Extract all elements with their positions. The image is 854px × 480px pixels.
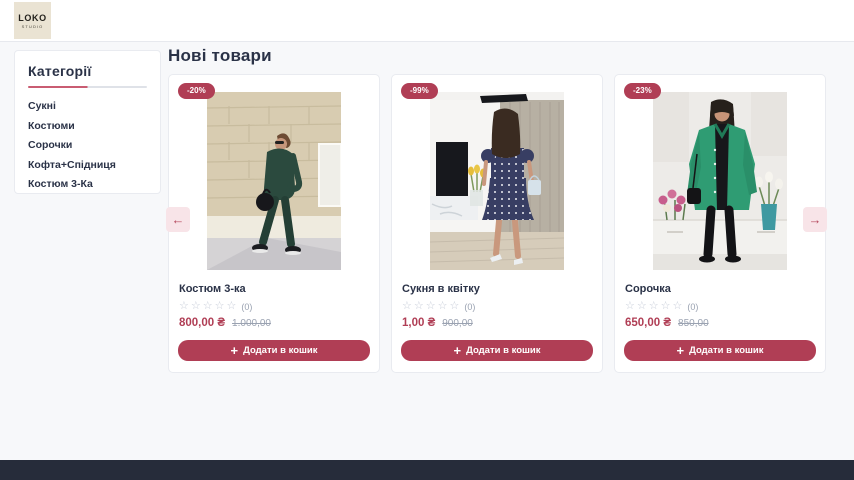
product-title[interactable]: Сорочка [625,283,815,295]
old-price: 850,00 [678,318,709,329]
star-icon: ☆ [673,301,683,312]
page: LOKO STUDIO Пошук UK ▾ Категорії Сукні К… [0,0,854,480]
product-image[interactable] [430,92,564,270]
product-image[interactable] [653,92,787,270]
star-icon: ☆ [414,301,424,312]
product-title[interactable]: Костюм 3-ка [179,283,369,295]
star-icon: ☆ [215,301,225,312]
footer [0,460,854,480]
rating: ☆ ☆ ☆ ☆ ☆ (0) [625,301,815,312]
star-icon: ☆ [438,301,448,312]
add-to-cart-label: Додати в кошик [243,345,317,356]
old-price: 900,00 [442,318,473,329]
product-carousel: -20% [168,74,828,373]
sidebar-item-top-skirt[interactable]: Кофта+Спідниця [28,160,147,171]
add-to-cart-button[interactable]: + Додати в кошик [624,340,816,361]
add-to-cart-button[interactable]: + Додати в кошик [178,340,370,361]
price-row: 650,00 ₴ 850,00 [625,317,815,329]
star-icon: ☆ [227,301,237,312]
categories-panel: Категорії Сукні Костюми Сорочки Кофта+Сп… [14,50,161,194]
product-image[interactable] [207,92,341,270]
sidebar-item-dresses[interactable]: Сукні [28,101,147,112]
categories-title: Категорії [28,63,147,79]
sidebar-item-suit-3piece[interactable]: Костюм 3-Ка [28,179,147,190]
plus-icon: + [230,344,238,357]
rating-count: (0) [464,302,475,312]
star-icon: ☆ [402,301,412,312]
arrow-left-icon: ← [172,213,185,226]
discount-badge: -20% [178,83,215,99]
add-to-cart-button[interactable]: + Додати в кошик [401,340,593,361]
add-to-cart-label: Додати в кошик [466,345,540,356]
star-icon: ☆ [661,301,671,312]
product-card: -23% [614,74,826,373]
star-icon: ☆ [625,301,635,312]
logo-text: LOKO [18,13,46,23]
rating-count: (0) [241,302,252,312]
star-icon: ☆ [426,301,436,312]
product-card: -20% [168,74,380,373]
rating: ☆ ☆ ☆ ☆ ☆ (0) [402,301,592,312]
star-icon: ☆ [450,301,460,312]
rating: ☆ ☆ ☆ ☆ ☆ (0) [179,301,369,312]
current-price: 650,00 ₴ [625,317,671,329]
carousel-next-button[interactable]: → [803,207,827,232]
current-price: 800,00 ₴ [179,317,225,329]
star-icon: ☆ [637,301,647,312]
price-row: 800,00 ₴ 1.000,00 [179,317,369,329]
current-price: 1,00 ₴ [402,317,435,329]
add-to-cart-label: Додати в кошик [689,345,763,356]
header [0,0,854,42]
carousel-prev-button[interactable]: ← [166,207,190,232]
old-price: 1.000,00 [232,318,271,329]
rating-count: (0) [687,302,698,312]
new-products-section: Нові товари -20% [168,46,828,373]
discount-badge: -99% [401,83,438,99]
arrow-right-icon: → [809,213,822,226]
star-icon: ☆ [649,301,659,312]
product-title[interactable]: Сукня в квітку [402,283,592,295]
section-title: Нові товари [168,46,828,66]
discount-badge: -23% [624,83,661,99]
plus-icon: + [453,344,461,357]
star-icon: ☆ [179,301,189,312]
star-icon: ☆ [203,301,213,312]
logo-subtext: STUDIO [22,24,44,29]
categories-list: Сукні Костюми Сорочки Кофта+Спідниця Кос… [28,101,147,190]
categories-divider [28,86,147,88]
product-card: -99% [391,74,603,373]
plus-icon: + [676,344,684,357]
price-row: 1,00 ₴ 900,00 [402,317,592,329]
star-icon: ☆ [191,301,201,312]
sidebar-item-suits[interactable]: Костюми [28,121,147,132]
sidebar-item-shirts[interactable]: Сорочки [28,140,147,151]
logo[interactable]: LOKO STUDIO [14,2,51,39]
